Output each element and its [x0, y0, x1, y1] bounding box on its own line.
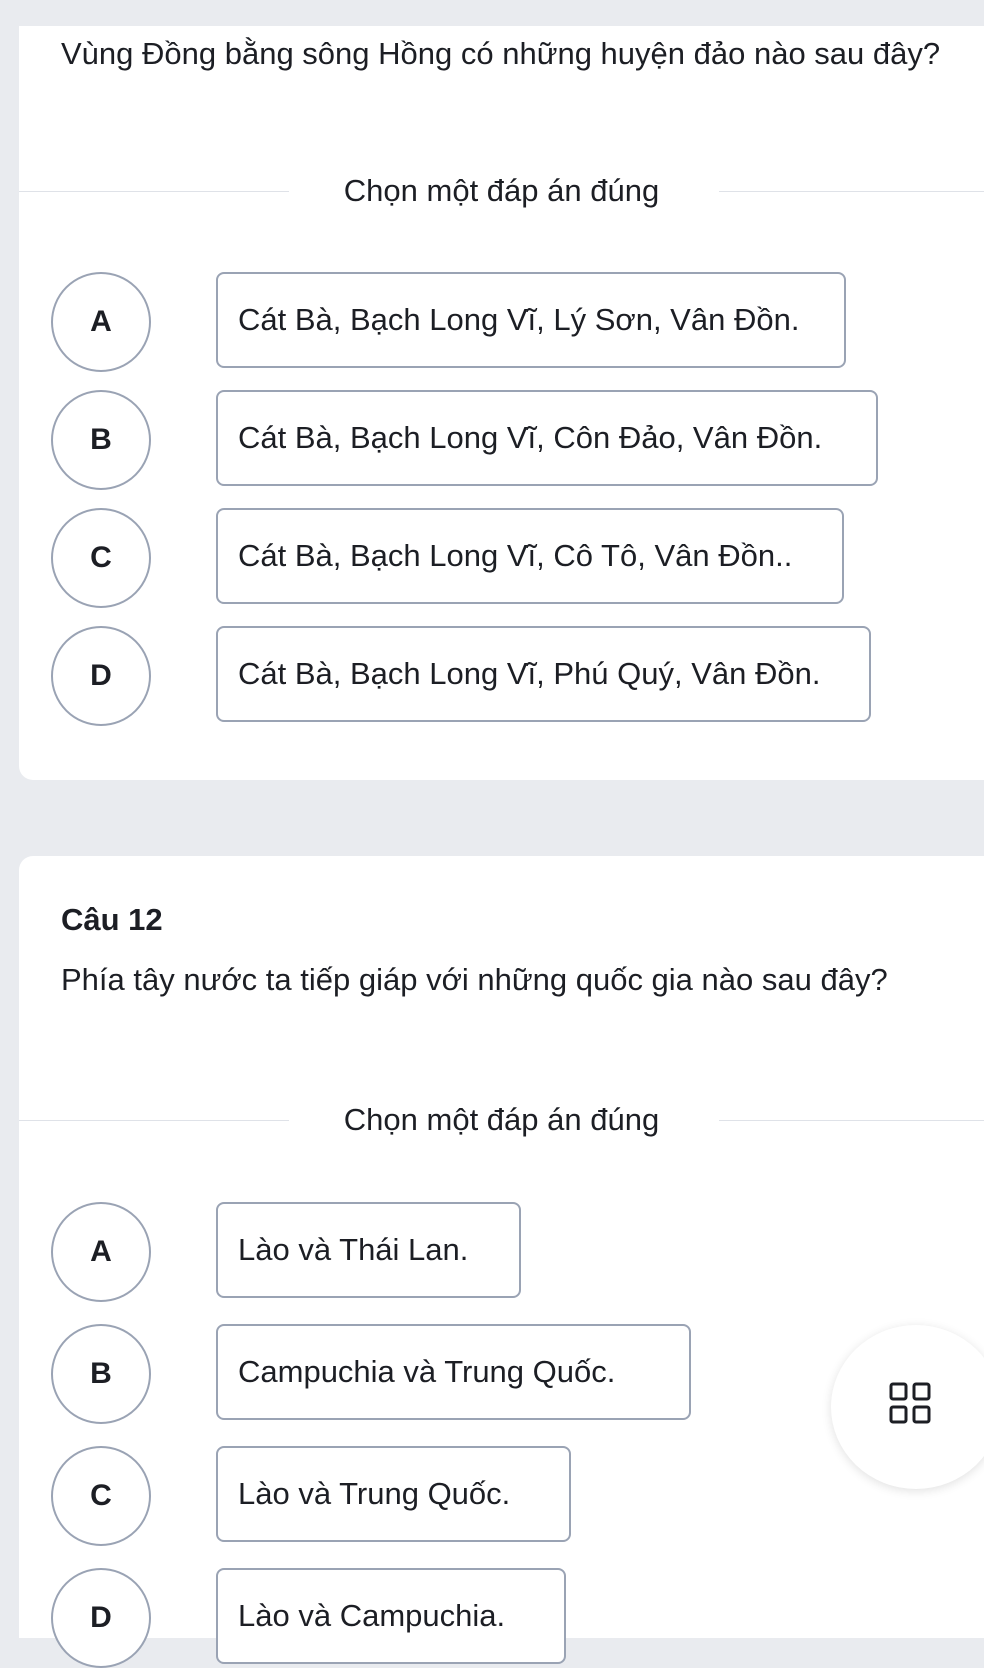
- option-b-letter[interactable]: B: [51, 1324, 151, 1424]
- option-d-text[interactable]: Lào và Campuchia.: [216, 1568, 566, 1664]
- option-c-text[interactable]: Lào và Trung Quốc.: [216, 1446, 571, 1542]
- option-d-text[interactable]: Cát Bà, Bạch Long Vĩ, Phú Quý, Vân Đồn.: [216, 626, 871, 722]
- grid-icon: [889, 1382, 931, 1424]
- option-a-text[interactable]: Lào và Thái Lan.: [216, 1202, 521, 1298]
- option-c-letter[interactable]: C: [51, 1446, 151, 1546]
- question-card-1: Vùng Đồng bằng sông Hồng có những huyện …: [19, 26, 984, 780]
- option-d-letter[interactable]: D: [51, 1568, 151, 1668]
- question-card-2: Câu 12 Phía tây nước ta tiếp giáp với nh…: [19, 856, 984, 1668]
- answer-divider: Chọn một đáp án đúng: [19, 173, 984, 209]
- question-number: Câu 12: [61, 902, 163, 937]
- option-b-text[interactable]: Cát Bà, Bạch Long Vĩ, Côn Đảo, Vân Đồn.: [216, 390, 878, 486]
- option-c-text[interactable]: Cát Bà, Bạch Long Vĩ, Cô Tô, Vân Đồn..: [216, 508, 844, 604]
- option-c-letter[interactable]: C: [51, 508, 151, 608]
- option-a-text[interactable]: Cát Bà, Bạch Long Vĩ, Lý Sơn, Vân Đồn.: [216, 272, 846, 368]
- answer-divider: Chọn một đáp án đúng: [19, 1102, 984, 1138]
- option-b-letter[interactable]: B: [51, 390, 151, 490]
- option-d-letter[interactable]: D: [51, 626, 151, 726]
- option-a-letter[interactable]: A: [51, 272, 151, 372]
- option-b-text[interactable]: Campuchia và Trung Quốc.: [216, 1324, 691, 1420]
- option-a-letter[interactable]: A: [51, 1202, 151, 1302]
- question-text: Phía tây nước ta tiếp giáp với những quố…: [61, 962, 888, 997]
- question-text: Vùng Đồng bằng sông Hồng có những huyện …: [61, 36, 941, 71]
